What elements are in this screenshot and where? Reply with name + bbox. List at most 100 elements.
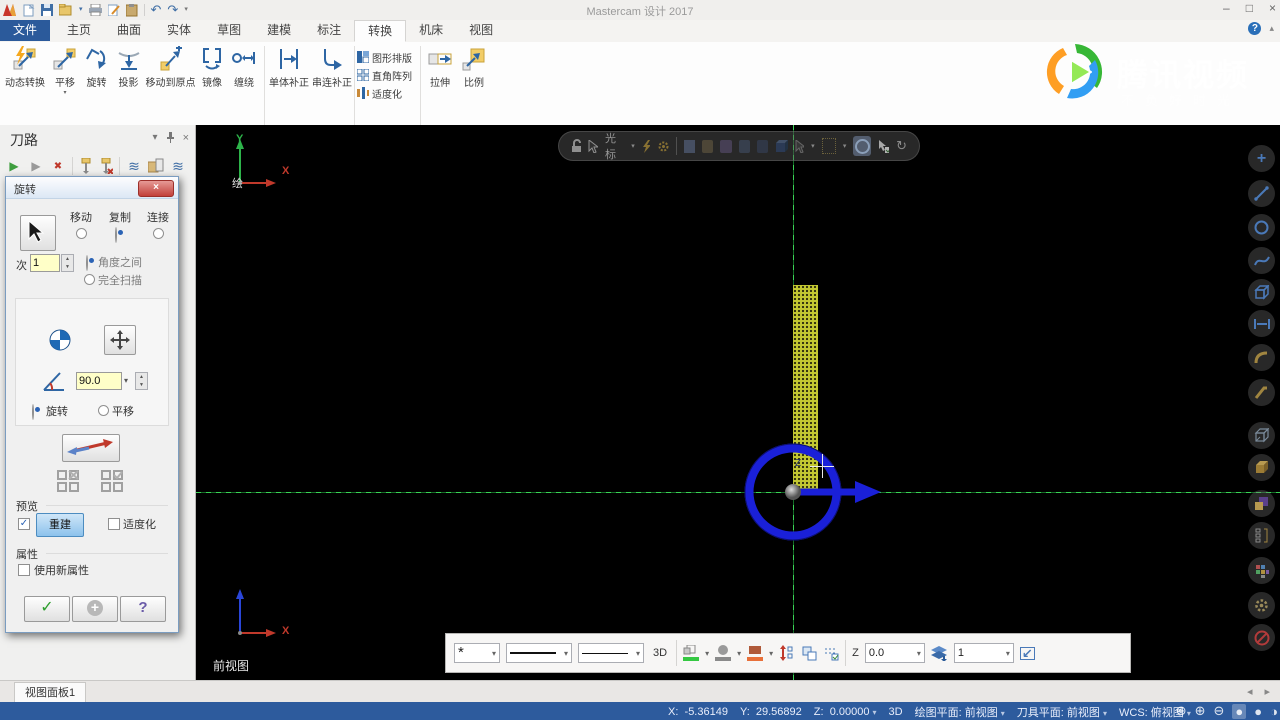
point-style-combo[interactable]: * ▾ xyxy=(454,643,500,663)
ribbon-button-project[interactable]: 投影 xyxy=(113,46,144,89)
ribbon-button-dynamic-transform[interactable]: 动态转换 xyxy=(2,46,48,89)
dropdown-icon[interactable]: ▾ xyxy=(737,649,741,658)
unlock-icon[interactable] xyxy=(571,139,582,153)
backplot-icon[interactable]: ≋ xyxy=(126,158,142,174)
sheet-next-icon[interactable]: ▸ xyxy=(1264,685,1270,698)
move-center-button[interactable] xyxy=(104,325,136,355)
sheet-prev-icon[interactable]: ◂ xyxy=(1247,685,1253,698)
status-z[interactable]: Z: 0.00000 ▾ xyxy=(814,706,877,718)
select-surface-icon[interactable] xyxy=(720,139,732,153)
selection-cursor-icon[interactable] xyxy=(588,139,599,153)
graphics-viewport[interactable]: Z Y X 绘 X 前视图 光标 ▾ ▾ ▾ ↻ xyxy=(196,125,1280,680)
apply-button[interactable]: + xyxy=(72,596,118,622)
power-select-icon[interactable] xyxy=(642,139,651,153)
unselect-icon[interactable]: ✖ xyxy=(50,158,66,174)
angle-dropdown-icon[interactable]: ▾ xyxy=(124,376,128,385)
dropdown-icon[interactable]: ▾ xyxy=(705,649,709,658)
full-sweep-radio[interactable] xyxy=(84,274,95,285)
status-tplane[interactable]: 刀具平面: 前视图 ▾ xyxy=(1017,704,1107,720)
surface-color-button[interactable] xyxy=(715,645,732,661)
status-cplane[interactable]: 绘图平面: 前视图 ▾ xyxy=(915,704,1005,720)
minimize-button[interactable]: – xyxy=(1223,1,1230,15)
rebuild-button[interactable]: 重建 xyxy=(36,513,84,537)
rtb-analyze-entity-button[interactable]: + xyxy=(1248,145,1275,172)
window-select-icon[interactable] xyxy=(821,138,836,154)
angle-input[interactable] xyxy=(76,372,122,390)
dropdown-icon[interactable]: ▾ xyxy=(769,649,773,658)
view-sheet-tab[interactable]: 视图面板1 xyxy=(14,682,87,703)
direction-toggle-button[interactable] xyxy=(62,434,120,462)
rtb-attributes-button[interactable] xyxy=(1248,557,1275,584)
simulate-icon[interactable]: ≋ xyxy=(170,158,186,174)
times-spinner[interactable]: ▲ ▼ xyxy=(61,254,74,272)
dialog-close-button[interactable]: × xyxy=(138,180,174,197)
ok-button[interactable]: ✓ xyxy=(24,596,70,622)
panel-pin-icon[interactable] xyxy=(166,132,175,143)
verify-icon[interactable] xyxy=(148,158,164,174)
select-body-icon[interactable] xyxy=(756,139,769,153)
set-attributes-icon[interactable] xyxy=(779,645,795,661)
select-last-icon[interactable] xyxy=(795,139,805,153)
mode-join-radio[interactable] xyxy=(153,228,164,239)
select-all-icon[interactable]: ▶ xyxy=(6,158,22,174)
ribbon-button-wrap[interactable]: 缠绕 xyxy=(228,46,260,89)
times-input[interactable] xyxy=(30,254,60,272)
ribbon-button-mirror[interactable]: 镜像 xyxy=(197,46,227,89)
ribbon-button-stretch[interactable]: 拉伸 xyxy=(424,46,456,89)
window-select-dropdown-icon[interactable]: ▾ xyxy=(843,142,847,150)
collapse-ribbon-icon[interactable]: ▴ xyxy=(1269,23,1274,34)
tab-surface[interactable]: 曲面 xyxy=(104,20,154,41)
ribbon-button-translate[interactable]: 平移 ▾ xyxy=(50,46,80,96)
tab-annotate[interactable]: 标注 xyxy=(304,20,354,41)
regen-dirty-toolpath-icon[interactable] xyxy=(99,158,113,174)
angle-between-radio[interactable] xyxy=(86,255,88,271)
attributes-manager-icon[interactable] xyxy=(823,645,839,661)
status-3d-toggle[interactable]: 3D xyxy=(889,706,903,718)
select-solid-icon[interactable] xyxy=(738,139,750,153)
3d-mode-button[interactable]: 3D xyxy=(650,647,670,659)
panel-menu-icon[interactable]: ▾ xyxy=(153,132,158,144)
select-icon[interactable]: ▶ xyxy=(28,158,44,174)
tab-machine[interactable]: 机床 xyxy=(406,20,456,41)
regen-toolpath-icon[interactable] xyxy=(79,158,93,174)
ribbon-button-offset-single[interactable]: 单体补正 xyxy=(268,46,310,89)
gview-hidden-icon[interactable]: ⊕ xyxy=(1195,703,1206,719)
rtb-wireframe-button[interactable] xyxy=(1248,422,1275,449)
tab-view[interactable]: 视图 xyxy=(456,20,506,41)
select-dropdown-icon[interactable]: ▾ xyxy=(811,142,815,150)
reselect-button[interactable] xyxy=(20,215,56,251)
ribbon-button-nesting[interactable]: 图形排版 xyxy=(357,49,419,65)
mode-move-radio[interactable] xyxy=(76,228,87,239)
tab-sketch[interactable]: 草图 xyxy=(204,20,254,41)
level-combo[interactable]: 1 ▾ xyxy=(953,643,1014,663)
ribbon-button-move-to-origin[interactable]: 移动到原点 xyxy=(145,46,196,89)
level-stack-icon[interactable] xyxy=(930,645,948,661)
rtb-dimension-button[interactable] xyxy=(1248,310,1275,337)
rtb-line-button[interactable] xyxy=(1248,180,1275,207)
select-settings-gear-icon[interactable] xyxy=(657,140,669,153)
help-button[interactable]: ? xyxy=(120,596,166,622)
preview-checkbox[interactable]: ✓ xyxy=(18,518,30,530)
rtb-planes-button[interactable] xyxy=(1248,490,1275,517)
ribbon-button-scale[interactable]: 比例 xyxy=(458,46,490,89)
tab-solid[interactable]: 实体 xyxy=(154,20,204,41)
gview-outline-icon[interactable]: ⊖ xyxy=(1214,703,1225,719)
tab-home[interactable]: 主页 xyxy=(54,20,104,41)
restore-button[interactable]: □ xyxy=(1246,1,1253,15)
rtb-spline-button[interactable] xyxy=(1248,247,1275,274)
gview-shaded-edges-icon[interactable]: ● xyxy=(1254,704,1262,719)
cursor-dropdown-icon[interactable]: ▾ xyxy=(631,142,635,150)
rotate-dialog-titlebar[interactable]: 旋转 × xyxy=(6,177,178,199)
angle-spinner[interactable]: ▲ ▼ xyxy=(135,372,148,390)
select-result-button[interactable] xyxy=(98,468,126,494)
rtb-circle-button[interactable] xyxy=(1248,214,1275,241)
method-translate-radio[interactable] xyxy=(98,405,109,416)
z-depth-combo[interactable]: 0.0 ▾ xyxy=(864,643,925,663)
select-cube-icon[interactable] xyxy=(775,139,788,153)
rtb-settings-button[interactable] xyxy=(1248,592,1275,619)
ribbon-button-rotate[interactable]: 旋转 xyxy=(81,46,112,89)
gview-wireframe-icon[interactable]: ⊕ xyxy=(1176,703,1187,719)
select-wireframe-icon[interactable] xyxy=(701,139,714,153)
select-entity-icon[interactable] xyxy=(683,139,695,153)
rotate-gizmo[interactable]: Z xyxy=(735,430,895,560)
